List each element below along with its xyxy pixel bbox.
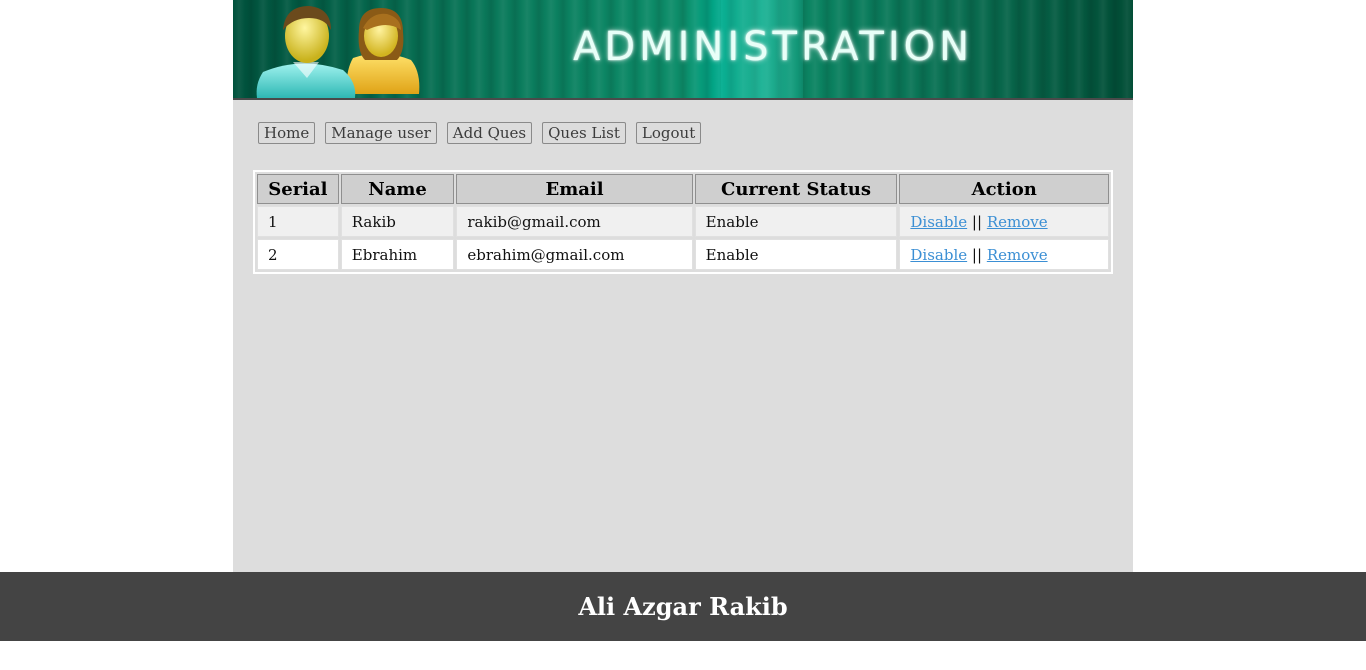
nav-bar: Home Manage user Add Ques Ques List Logo… [258,122,702,146]
footer-text: Ali Azgar Rakib [578,592,788,621]
column-header-serial: Serial [257,174,339,204]
remove-link[interactable]: Remove [987,213,1048,231]
disable-link[interactable]: Disable [910,213,967,231]
cell-serial: 1 [257,206,339,237]
table-row: 2 Ebrahim ebrahim@gmail.com Enable Disab… [257,239,1109,270]
cell-status: Enable [694,239,898,270]
cell-email: ebrahim@gmail.com [456,239,693,270]
table-row: 1 Rakib rakib@gmail.com Enable Disable |… [257,206,1109,237]
cell-serial: 2 [257,239,339,270]
cell-email: rakib@gmail.com [456,206,693,237]
add-ques-button[interactable]: Add Ques [446,122,533,144]
cell-action: Disable || Remove [899,206,1109,237]
column-header-action: Action [899,174,1109,204]
cell-name: Ebrahim [340,239,455,270]
footer: Ali Azgar Rakib [0,572,1366,641]
cell-status: Enable [694,206,898,237]
manage-user-button[interactable]: Manage user [325,122,437,144]
cell-name: Rakib [340,206,455,237]
header-banner: ADMINISTRATION [233,0,1133,100]
action-separator: || [971,212,983,231]
users-icon [256,6,420,98]
logout-button[interactable]: Logout [635,122,702,144]
action-separator: || [971,245,983,264]
users-table: Serial Name Email Current Status Action … [253,170,1113,274]
home-button[interactable]: Home [258,122,316,144]
column-header-name: Name [340,174,455,204]
column-header-status: Current Status [694,174,898,204]
ques-list-button[interactable]: Ques List [542,122,626,144]
disable-link[interactable]: Disable [910,246,967,264]
page-container: ADMINISTRATION Home Manage user Add Ques… [233,0,1133,572]
remove-link[interactable]: Remove [987,246,1048,264]
banner-title: ADMINISTRATION [572,24,974,70]
table-header-row: Serial Name Email Current Status Action [257,174,1109,204]
column-header-email: Email [456,174,693,204]
cell-action: Disable || Remove [899,239,1109,270]
